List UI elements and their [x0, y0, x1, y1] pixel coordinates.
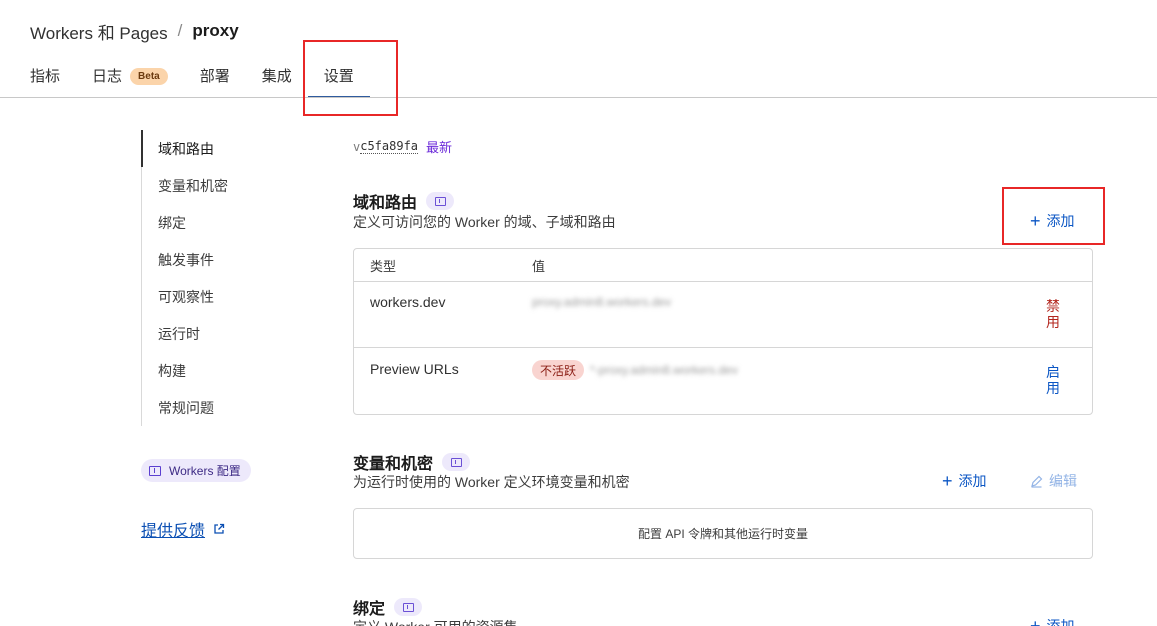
table-header: 类型 值	[354, 249, 1092, 282]
table-row: workers.dev proxy.admin8.workers.dev 禁用	[354, 282, 1092, 348]
sidebar-item-label: 运行时	[158, 325, 200, 342]
docs-icon[interactable]	[442, 453, 471, 471]
enable-button[interactable]: 启用	[1045, 364, 1061, 396]
latest-label: 最新	[426, 140, 453, 155]
domains-section-description: 定义可访问您的 Worker 的域、子域和路由	[353, 214, 616, 230]
book-icon	[434, 196, 446, 206]
domains-table: 类型 值 workers.dev proxy.admin8.workers.de…	[353, 248, 1093, 415]
sidebar-item-domains-routes[interactable]: 域和路由	[141, 130, 301, 167]
plus-icon: +	[1030, 616, 1041, 626]
edit-label: 编辑	[1049, 473, 1077, 489]
sidebar-item-build[interactable]: 构建	[142, 352, 301, 389]
row-type: Preview URLs	[370, 361, 459, 377]
variables-empty-state: 配置 API 令牌和其他运行时变量	[353, 508, 1093, 559]
breadcrumb-parent[interactable]: Workers 和 Pages	[30, 19, 168, 44]
empty-state-text: 配置 API 令牌和其他运行时变量	[637, 527, 808, 541]
workers-config-docs-pill[interactable]: Workers 配置	[141, 459, 251, 482]
pill-label: Workers 配置	[169, 464, 241, 478]
row-type: workers.dev	[370, 294, 446, 310]
tab-label: 日志	[92, 68, 123, 85]
tab-logs[interactable]: 日志 Beta	[92, 62, 168, 98]
sidebar-item-variables-secrets[interactable]: 变量和机密	[142, 167, 301, 204]
variables-section-title: 变量和机密	[353, 450, 471, 474]
sidebar-item-label: 绑定	[158, 214, 186, 231]
pencil-icon	[1031, 475, 1043, 488]
book-icon	[149, 465, 161, 476]
beta-badge: Beta	[130, 68, 168, 85]
sidebar-item-bindings[interactable]: 绑定	[142, 204, 301, 241]
section-title-text: 变量和机密	[353, 456, 434, 473]
add-label: 添加	[1046, 618, 1075, 626]
disable-button[interactable]: 禁用	[1045, 298, 1061, 330]
tab-label: 部署	[199, 68, 230, 85]
column-header-value: 值	[532, 258, 546, 274]
sidebar-item-label: 触发事件	[158, 251, 214, 268]
variables-section-description: 为运行时使用的 Worker 定义环境变量和机密	[353, 474, 630, 490]
sidebar-item-label: 可观察性	[158, 288, 214, 305]
sidebar-item-label: 变量和机密	[158, 177, 228, 194]
tab-deployments[interactable]: 部署	[200, 62, 230, 98]
add-label: 添加	[958, 473, 987, 489]
add-binding-button[interactable]: + 添加	[1030, 616, 1075, 626]
sidebar-item-observability[interactable]: 可观察性	[142, 278, 301, 315]
docs-icon[interactable]	[426, 192, 455, 210]
version-prefix: v	[353, 139, 361, 154]
section-title-text: 域和路由	[353, 195, 418, 212]
add-variable-button[interactable]: + 添加	[942, 471, 987, 491]
bindings-section-title: 绑定	[353, 595, 423, 619]
sidebar-item-triggers[interactable]: 触发事件	[142, 241, 301, 278]
feedback-label: 提供反馈	[141, 523, 206, 540]
version-indicator: v c5fa89fa 最新	[353, 137, 452, 156]
feedback-link[interactable]: 提供反馈	[141, 517, 225, 541]
sidebar-item-label: 构建	[158, 362, 186, 379]
bindings-section-description: 定义 Worker 可用的资源集	[353, 617, 518, 626]
sidebar-item-label: 常规问题	[158, 399, 214, 416]
sidebar-item-runtime[interactable]: 运行时	[142, 315, 301, 352]
edit-variables-button[interactable]: 编辑	[1030, 471, 1077, 491]
tab-integrations[interactable]: 集成	[262, 62, 292, 98]
tab-metrics[interactable]: 指标	[30, 62, 60, 98]
sidebar-item-label: 域和路由	[158, 140, 214, 157]
tab-label: 集成	[261, 68, 292, 85]
settings-side-nav: 域和路由 变量和机密 绑定 触发事件 可观察性 运行时 构建 常规问题	[141, 130, 301, 426]
breadcrumb-current: proxy	[192, 21, 239, 40]
version-hash[interactable]: c5fa89fa	[360, 139, 419, 154]
section-title-text: 绑定	[353, 601, 386, 618]
inactive-badge: 不活跃	[532, 360, 585, 380]
highlight-box-settings-tab	[303, 40, 398, 116]
sidebar-item-general[interactable]: 常规问题	[142, 389, 301, 426]
book-icon	[402, 602, 414, 612]
domains-section-title: 域和路由	[353, 189, 455, 213]
header-divider	[0, 97, 1157, 98]
table-row: Preview URLs 不活跃 *-proxy.admin8.workers.…	[354, 348, 1092, 414]
add-domain-button[interactable]: + 添加	[1030, 211, 1075, 231]
external-link-icon	[214, 523, 225, 534]
book-icon	[450, 457, 462, 467]
breadcrumb: Workers 和 Pages / proxy	[30, 19, 239, 44]
add-label: 添加	[1046, 213, 1075, 229]
row-value: *-proxy.admin8.workers.dev	[590, 363, 738, 377]
docs-icon[interactable]	[394, 598, 423, 616]
row-value: proxy.admin8.workers.dev	[532, 295, 672, 309]
plus-icon: +	[1030, 211, 1041, 231]
column-header-type: 类型	[370, 258, 397, 274]
plus-icon: +	[942, 471, 953, 491]
breadcrumb-separator: /	[177, 21, 183, 40]
tab-label: 指标	[30, 68, 61, 85]
